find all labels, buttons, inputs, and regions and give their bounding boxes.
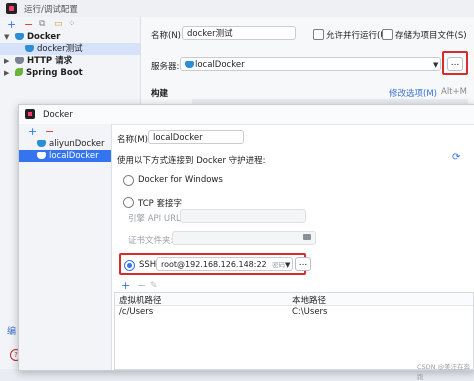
table-header: 虚拟机路径 本地路径 — [115, 293, 473, 306]
server-label: 服务器: — [151, 62, 180, 72]
build-section-title: 构建 — [151, 89, 169, 99]
tree-item-label: Spring Boot — [26, 68, 83, 78]
server-select-value: localDocker — [195, 60, 245, 70]
server-item-local[interactable]: localDocker — [19, 150, 111, 162]
store-as-file-checkbox[interactable] — [382, 29, 393, 40]
server-item-label: localDocker — [49, 151, 99, 161]
engine-api-url-field[interactable] — [180, 209, 306, 223]
docker-icon — [15, 33, 24, 40]
tcp-socket-label: TCP 套接字 — [138, 199, 182, 209]
tree-item-label: HTTP 请求 — [27, 56, 73, 66]
path-mapping-table: 虚拟机路径 本地路径 /c/Users C:\Users — [114, 292, 474, 370]
tree-item-docker[interactable]: ▼ Docker — [0, 31, 140, 43]
table-row[interactable]: /c/Users C:\Users — [115, 306, 473, 318]
server-name-field[interactable]: localDocker — [148, 130, 244, 144]
dialog-name-label: 名称(M): — [117, 135, 151, 145]
chevron-right-icon[interactable]: ▶ — [4, 67, 9, 79]
docker-icon — [37, 152, 46, 159]
tree-item-docker-test[interactable]: docker测试 — [0, 43, 140, 55]
cert-folder-field[interactable] — [172, 231, 316, 245]
chevron-right-icon[interactable]: ▶ — [4, 55, 9, 67]
chevron-down-icon[interactable]: ▼ — [285, 261, 290, 269]
column-header-local-path: 本地路径 — [292, 296, 327, 306]
engine-api-url-label: 引擎 API URL: — [128, 214, 184, 224]
http-icon — [15, 57, 24, 64]
ssh-connection-value: root@192.168.126.148:22 — [161, 260, 267, 269]
cert-folder-label: 证书文件夹: — [128, 236, 174, 246]
column-header-vm-path: 虚拟机路径 — [119, 296, 162, 306]
add-server-icon[interactable]: + — [28, 126, 37, 137]
folder-icon[interactable] — [303, 234, 311, 240]
add-mapping-icon[interactable]: + — [121, 280, 130, 291]
name-label: 名称(N): — [151, 31, 184, 41]
allow-parallel-label: 允许并行运行(U) — [326, 31, 390, 41]
refresh-icon[interactable]: ⟳ — [452, 152, 460, 163]
bottom-link-stub[interactable]: 编 — [7, 324, 16, 337]
docker-icon — [37, 140, 46, 147]
copy-config-icon[interactable]: ⧉ — [39, 19, 45, 30]
allow-parallel-checkbox[interactable] — [313, 29, 324, 40]
table-cell-local-path: C:\Users — [292, 307, 328, 317]
store-as-file-label: 存储为项目文件(S) — [395, 31, 467, 41]
tree-item-label: Docker — [27, 32, 61, 42]
edit-mapping-icon[interactable]: ✎ — [150, 281, 158, 292]
docker-icon — [185, 61, 194, 68]
ssh-radio[interactable] — [124, 260, 135, 271]
connect-instruction: 使用以下方式连接到 Docker 守护进程: — [117, 156, 266, 166]
docker-server-list-panel: + − aliyunDocker localDocker — [19, 124, 112, 370]
docker-for-windows-label: Docker for Windows — [138, 175, 223, 185]
docker-servers-dialog: Docker + − aliyunDocker localDocker 名称(M… — [18, 104, 474, 381]
modify-options-shortcut: Alt+M — [441, 87, 467, 97]
window-title-bar: 运行/调试配置 — [0, 0, 474, 17]
chevron-down-icon[interactable]: ▼ — [4, 31, 9, 43]
server-item-label: aliyunDocker — [49, 139, 105, 149]
docker-for-windows-radio[interactable] — [123, 175, 134, 186]
dialog-title: Docker — [43, 110, 73, 120]
docker-icon — [25, 45, 34, 52]
ssh-connection-select[interactable]: root@192.168.126.148:22 密码 — [156, 257, 293, 271]
csdn-watermark: CSDN @美汪在奔跑 — [417, 363, 471, 381]
add-config-icon[interactable]: + — [7, 19, 16, 30]
folder-icon[interactable]: ▭ — [54, 19, 63, 30]
dialog-title-bar: Docker — [19, 105, 474, 125]
tree-item-spring-boot[interactable]: ▶ Spring Boot — [0, 67, 140, 79]
window-title: 运行/调试配置 — [24, 5, 78, 15]
remove-server-icon[interactable]: − — [45, 126, 54, 137]
config-name-field[interactable]: docker测试 — [182, 26, 296, 40]
intellij-app-icon — [6, 3, 17, 14]
chevron-down-icon[interactable]: ▼ — [433, 61, 438, 69]
server-select[interactable]: localDocker — [180, 57, 441, 71]
ssh-config-button[interactable]: ... — [295, 257, 311, 271]
sort-icon[interactable]: ⁘ — [68, 19, 76, 30]
modify-options-link[interactable]: 修改选项(M) — [389, 87, 437, 99]
ssh-auth-hint: 密码 — [272, 261, 286, 269]
spring-boot-icon — [15, 68, 23, 76]
intellij-app-icon — [25, 109, 35, 119]
highlight-box-server-button — [442, 51, 468, 75]
tree-item-label: docker测试 — [37, 44, 83, 54]
tcp-socket-radio[interactable] — [123, 197, 134, 208]
server-item-aliyun[interactable]: aliyunDocker — [19, 138, 111, 150]
table-cell-vm-path: /c/Users — [119, 307, 154, 317]
remove-mapping-icon[interactable]: − — [137, 280, 146, 291]
tree-item-http-request[interactable]: ▶ HTTP 请求 — [0, 55, 140, 67]
remove-config-icon[interactable]: − — [24, 19, 33, 30]
